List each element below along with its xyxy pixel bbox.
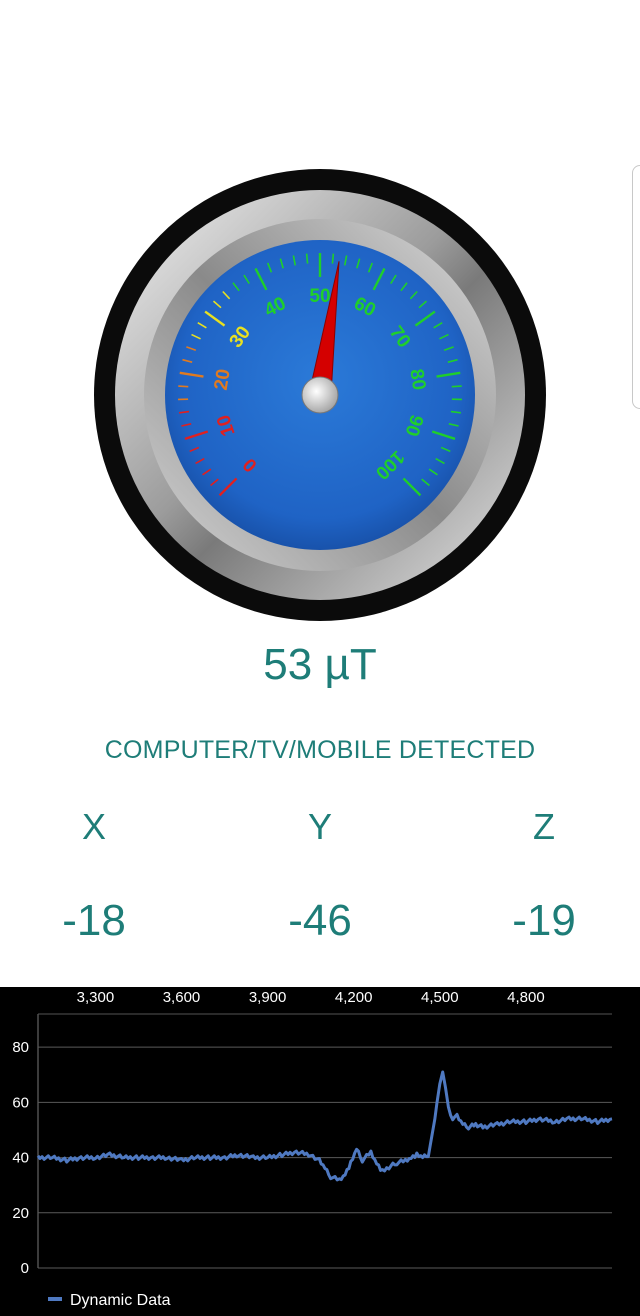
- gauge-tick: [451, 385, 462, 388]
- chart-x-tick-label: 4,800: [507, 989, 545, 1006]
- legend-label: Dynamic Data: [70, 1292, 171, 1309]
- chart-series-line: [36, 1070, 613, 1182]
- gauge-tick: [178, 385, 189, 388]
- chart-y-tick-label: 0: [21, 1260, 29, 1277]
- chart-x-tick-label: 3,900: [249, 989, 287, 1006]
- detection-status: COMPUTER/TV/MOBILE DETECTED: [104, 736, 536, 764]
- gauge-label: 80: [405, 368, 429, 392]
- axis-x-value: -18: [62, 896, 126, 945]
- chart-y-tick-label: 20: [12, 1205, 29, 1222]
- gauge-label: 50: [309, 286, 330, 307]
- gauge-label: 20: [211, 368, 235, 392]
- chart-x-tick-label: 4,500: [421, 989, 459, 1006]
- chart-x-tick-label: 3,300: [77, 989, 115, 1006]
- chart-y-tick-label: 40: [12, 1150, 29, 1167]
- axis-x-label: X: [81, 806, 106, 847]
- axis-z-value: -19: [512, 896, 576, 945]
- axis-z-label: Z: [533, 806, 555, 847]
- gauge-tick: [305, 253, 309, 264]
- legend-swatch: [48, 1297, 62, 1301]
- magnetic-field-gauge: 010203040 50 60708090100: [94, 169, 546, 621]
- chart-y-tick-label: 80: [12, 1039, 29, 1056]
- axis-y-label: Y: [307, 806, 332, 847]
- chart-x-tick-label: 3,600: [163, 989, 201, 1006]
- chart-y-tick-label: 60: [12, 1094, 29, 1111]
- scroll-handle[interactable]: [632, 165, 640, 409]
- gauge-hub: [301, 376, 339, 414]
- chart-svg: 0 20 40 60 80 3,300 3,600 3,900 4,200 4,500 4,800 D…: [12, 989, 613, 1309]
- dynamic-data-chart: 0 20 40 60 80 3,300 3,600 3,900 4,200 4,500 4,800 D…: [0, 987, 640, 1316]
- field-strength-reading: 53 µT: [263, 640, 377, 689]
- chart-x-tick-label: 4,200: [335, 989, 373, 1006]
- axis-y-value: -46: [288, 896, 352, 945]
- gauge-tick: [331, 253, 335, 264]
